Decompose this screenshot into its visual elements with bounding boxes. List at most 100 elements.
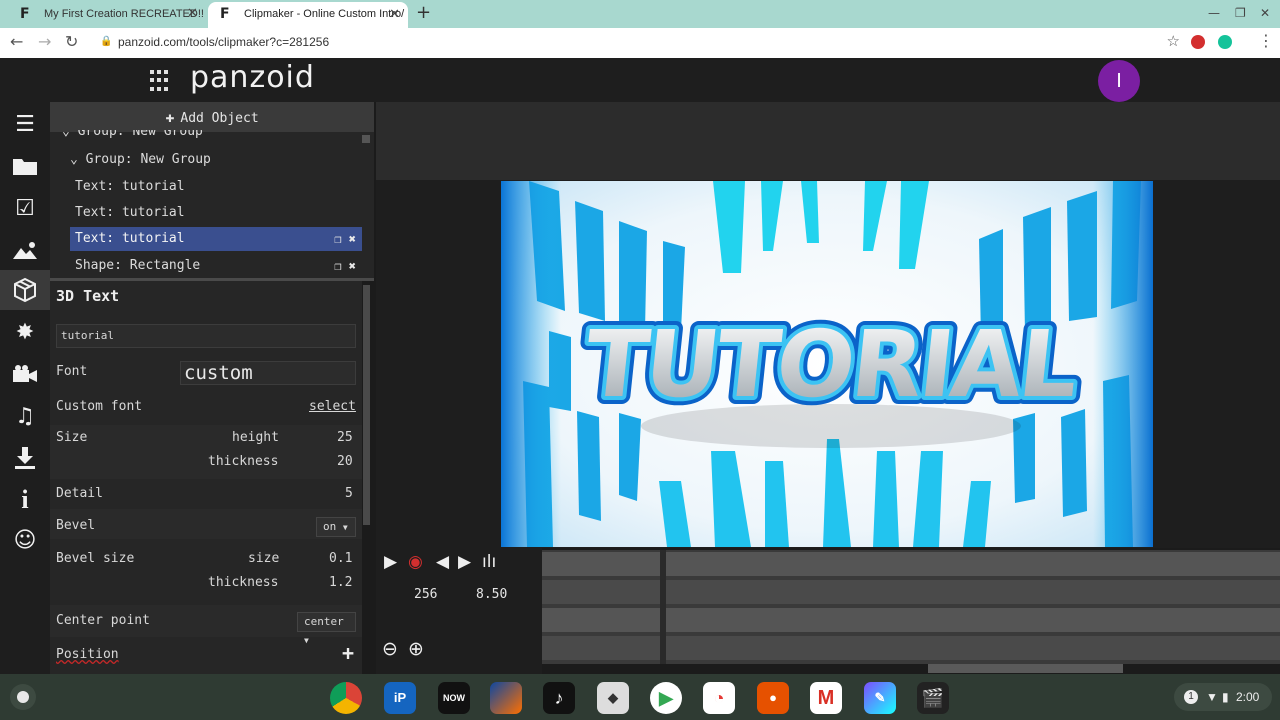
chrome-app-icon[interactable]: [330, 682, 362, 714]
frame-counter: 256: [414, 587, 438, 602]
add-position-icon[interactable]: +: [342, 641, 354, 665]
image-icon[interactable]: [0, 230, 50, 270]
clapperboard-app-icon[interactable]: 🎬: [917, 682, 949, 714]
font-label: Font: [56, 364, 88, 379]
video-preview[interactable]: TUTORIAL TUTORIAL TUTORIAL: [501, 181, 1153, 547]
object-list-scrollbar[interactable]: [362, 135, 370, 143]
font-input[interactable]: custom: [180, 361, 356, 385]
timeline-track[interactable]: [542, 552, 1280, 576]
timeline-track[interactable]: [542, 608, 1280, 632]
close-window-icon[interactable]: ✕: [1260, 6, 1270, 20]
tiktok-app-icon[interactable]: ♪: [543, 682, 575, 714]
photo-app-icon[interactable]: ●: [757, 682, 789, 714]
status-tray[interactable]: 1 ▼ ▮ 2:00: [1174, 683, 1272, 711]
lock-icon: 🔒: [100, 36, 113, 47]
position-label[interactable]: Position: [56, 647, 119, 662]
tree-row-text[interactable]: Text: tutorial: [70, 201, 362, 225]
zoom-in-icon[interactable]: ⊕: [408, 638, 424, 660]
tree-row-shape[interactable]: Shape: Rectangle ❐ ✖: [70, 254, 362, 278]
grammarly-icon[interactable]: [1218, 35, 1232, 49]
camera-icon[interactable]: [0, 354, 50, 394]
detail-value[interactable]: 5: [345, 486, 353, 501]
panzoid-favicon-icon: F: [20, 6, 30, 22]
tree-row-group[interactable]: ⌄ Group: New Group: [70, 148, 362, 172]
user-avatar[interactable]: I: [1098, 60, 1140, 102]
ibis-paint-app-icon[interactable]: iP: [384, 682, 416, 714]
text-input[interactable]: tutorial: [56, 324, 356, 348]
waveform-icon[interactable]: ılı: [482, 552, 496, 572]
eye-icon[interactable]: ◉: [408, 552, 423, 572]
extension-icon[interactable]: [1191, 35, 1205, 49]
close-tab-icon[interactable]: ✕: [187, 6, 198, 21]
news-now-app-icon[interactable]: NOW: [438, 682, 470, 714]
center-point-select[interactable]: center ▼: [297, 612, 356, 645]
timeline[interactable]: [542, 550, 1280, 664]
zoom-out-icon[interactable]: ⊖: [382, 638, 398, 660]
smile-icon[interactable]: ☺: [0, 520, 50, 560]
tab-title: My First Creation RECREATED!! -: [44, 8, 206, 20]
bevel-select[interactable]: on ▼: [316, 517, 356, 537]
play-store-app-icon[interactable]: ▶: [650, 682, 682, 714]
tree-row-text-selected[interactable]: Text: tutorial ❐ ✖: [70, 227, 362, 251]
next-frame-icon[interactable]: ▶: [458, 552, 471, 572]
properties-scrollbar[interactable]: [363, 285, 370, 525]
timeline-scrollbar[interactable]: [928, 664, 1123, 673]
minimize-icon[interactable]: —: [1208, 6, 1220, 20]
music-icon[interactable]: ♫: [0, 396, 50, 436]
tree-row-group[interactable]: ⌄ Group: New Group: [62, 130, 362, 144]
play-icon[interactable]: ▶: [384, 552, 397, 572]
download-icon[interactable]: [0, 438, 50, 478]
add-object-button[interactable]: ✚ Add Object: [50, 102, 374, 132]
object-list-panel: ✚ Add Object ⌄ Group: New Group ⌄ Group: …: [50, 102, 374, 280]
center-point-label: Center point: [56, 613, 150, 628]
menu-icon[interactable]: ☰: [0, 104, 50, 144]
sketch-app-icon[interactable]: ✎: [864, 682, 896, 714]
duplicate-icon[interactable]: ❐: [334, 259, 341, 273]
bevel-size-thickness-label: thickness: [208, 575, 279, 590]
prev-frame-icon[interactable]: ◀: [436, 552, 449, 572]
galaxy-app-icon[interactable]: [490, 682, 522, 714]
height-value[interactable]: 25: [337, 430, 353, 445]
tree-row-text[interactable]: Text: tutorial: [70, 175, 362, 199]
duplicate-icon[interactable]: ❐: [334, 232, 341, 246]
launcher-icon[interactable]: [10, 684, 36, 710]
gmail-app-icon[interactable]: M: [810, 682, 842, 714]
address-bar: ← → ↻ 🔒 panzoid.com/tools/clipmaker?c=28…: [0, 28, 1280, 58]
folder-icon[interactable]: [0, 146, 50, 186]
timeline-playhead[interactable]: [660, 550, 666, 664]
close-tab-icon[interactable]: ✕: [389, 2, 400, 26]
omnibox[interactable]: 🔒 panzoid.com/tools/clipmaker?c=281256 ☆: [94, 31, 1184, 55]
chevron-down-icon[interactable]: ⌄: [70, 152, 78, 167]
forward-icon[interactable]: →: [38, 33, 51, 51]
delete-icon[interactable]: ✖: [349, 232, 356, 246]
info-icon[interactable]: i: [0, 480, 50, 520]
bookmark-star-icon[interactable]: ☆: [1167, 32, 1180, 50]
drawing-app-icon[interactable]: ◔: [703, 682, 735, 714]
panzoid-logo[interactable]: panzoid: [190, 60, 315, 95]
select-font-link[interactable]: select: [309, 399, 356, 414]
checkbox-icon[interactable]: ☑: [0, 188, 50, 228]
burst-icon[interactable]: ✸: [0, 312, 50, 352]
browser-menu-icon[interactable]: ⋮: [1258, 31, 1274, 50]
back-icon[interactable]: ←: [10, 33, 23, 51]
browser-tab-active[interactable]: F Clipmaker - Online Custom Intro/ ✕: [208, 2, 408, 28]
time-counter: 8.50: [476, 587, 508, 602]
cube-icon[interactable]: [0, 270, 50, 310]
timeline-track[interactable]: [542, 580, 1280, 604]
browser-tab[interactable]: F My First Creation RECREATED!! -: [8, 2, 206, 28]
restore-icon[interactable]: ❐: [1235, 6, 1246, 20]
apps-grid-icon[interactable]: [150, 70, 172, 92]
roblox-app-icon[interactable]: ◆: [597, 682, 629, 714]
app-header: panzoid I: [0, 58, 1280, 102]
bevel-size-thickness-value[interactable]: 1.2: [329, 575, 352, 590]
reload-icon[interactable]: ↻: [65, 33, 78, 51]
new-tab-icon[interactable]: +: [416, 2, 431, 24]
timeline-track[interactable]: [542, 636, 1280, 660]
delete-icon[interactable]: ✖: [349, 259, 356, 273]
plus-icon: ✚: [165, 108, 175, 126]
tool-rail: ☰ ☑ ✸ ♫ i ☺: [0, 102, 50, 674]
dropdown-arrow-icon: ▼: [342, 523, 348, 532]
bevel-size-size-value[interactable]: 0.1: [329, 551, 352, 566]
thickness-label: thickness: [208, 454, 279, 469]
thickness-value[interactable]: 20: [337, 454, 353, 469]
